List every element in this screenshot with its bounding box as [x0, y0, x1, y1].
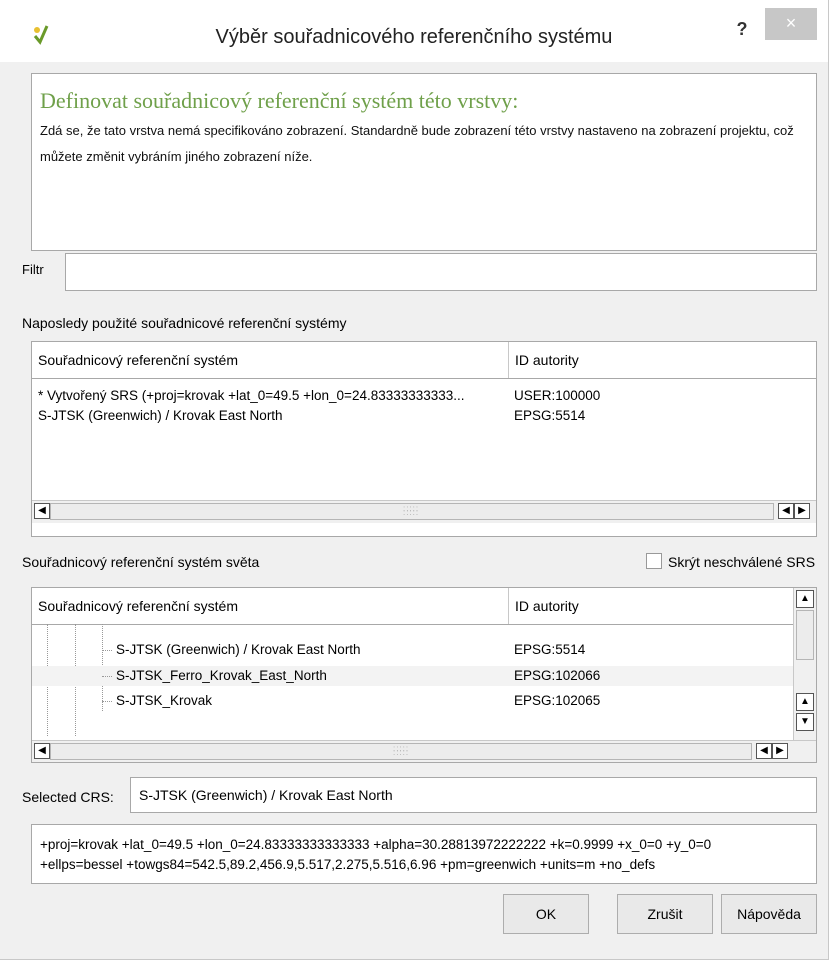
authority-id: EPSG:5514: [514, 408, 586, 423]
scroll-up-icon[interactable]: ▲: [796, 693, 814, 711]
table-row[interactable]: S-JTSK (Greenwich) / Krovak East North E…: [32, 406, 816, 426]
column-header-crs[interactable]: Souřadnicový referenční systém: [32, 342, 508, 378]
table-row[interactable]: * Vytvořený SRS (+proj=krovak +lat_0=49.…: [32, 386, 816, 406]
authority-id: EPSG:102065: [514, 693, 601, 708]
recent-crs-table: Souřadnicový referenční systém ID autori…: [31, 341, 817, 537]
world-horizontal-scrollbar[interactable]: ◀ :::::::::: ◀ ▶: [32, 740, 816, 762]
cancel-button[interactable]: Zrušit: [617, 894, 713, 934]
world-vertical-scrollbar[interactable]: ▲ ▲ ▼: [793, 588, 816, 740]
close-button[interactable]: ×: [765, 8, 817, 40]
scrollbar-thumb[interactable]: [796, 610, 814, 660]
recent-horizontal-scrollbar[interactable]: ◀ :::::::::: ◀ ▶: [32, 500, 816, 523]
scroll-left-icon[interactable]: ◀: [34, 503, 50, 519]
scroll-left-icon[interactable]: ◀: [778, 503, 794, 519]
grip-icon: ::::::::::: [393, 744, 410, 757]
selected-crs-label: Selected CRS:: [22, 789, 114, 805]
scroll-down-icon[interactable]: ▼: [796, 713, 814, 731]
info-title: Definovat souřadnicový referenční systém…: [40, 88, 519, 113]
grip-icon: ::::::::::: [403, 504, 420, 517]
recent-table-header: Souřadnicový referenční systém ID autori…: [32, 342, 816, 379]
authority-id: EPSG:5514: [514, 642, 586, 657]
ok-button[interactable]: OK: [503, 894, 589, 934]
selected-crs-field[interactable]: S-JTSK (Greenwich) / Krovak East North: [130, 777, 817, 813]
table-row[interactable]: S-JTSK (Greenwich) / Krovak East North E…: [32, 640, 794, 660]
scroll-right-icon[interactable]: ▶: [794, 503, 810, 519]
world-crs-table: Souřadnicový referenční systém ID autori…: [31, 587, 817, 763]
recent-crs-label: Naposledy použité souřadnicové referenčn…: [22, 315, 347, 331]
window-title: Výběr souřadnicového referenčního systém…: [215, 26, 613, 48]
help-button[interactable]: Nápověda: [721, 894, 817, 934]
filter-input[interactable]: [65, 253, 817, 291]
help-icon[interactable]: ?: [722, 16, 762, 42]
authority-id: USER:100000: [514, 388, 601, 403]
scroll-left-icon[interactable]: ◀: [756, 743, 772, 759]
scroll-up-icon[interactable]: ▲: [796, 590, 814, 608]
column-header-authority-id[interactable]: ID autority: [509, 588, 794, 624]
crs-name: S-JTSK (Greenwich) / Krovak East North: [38, 408, 283, 423]
world-crs-label: Souřadnicový referenční systém světa: [22, 554, 260, 570]
info-panel: Definovat souřadnicový referenční systém…: [31, 73, 817, 251]
info-body: Zdá se, že tato vrstva nemá specifikován…: [40, 123, 794, 164]
column-header-authority-id[interactable]: ID autority: [509, 342, 809, 378]
table-row[interactable]: S-JTSK_Krovak EPSG:102065: [32, 691, 794, 711]
crs-name: S-JTSK_Ferro_Krovak_East_North: [116, 668, 327, 683]
hide-deprecated-checkbox[interactable]: [646, 553, 662, 569]
scroll-left-icon[interactable]: ◀: [34, 743, 50, 759]
crs-name: S-JTSK (Greenwich) / Krovak East North: [116, 642, 361, 657]
hide-deprecated-toggle[interactable]: Skrýt neschválené SRS: [646, 553, 815, 570]
filter-label: Filtr: [22, 262, 44, 277]
proj-line-2: +ellps=bessel +towgs84=542.5,89.2,456.9,…: [40, 857, 656, 872]
proj-definition[interactable]: +proj=krovak +lat_0=49.5 +lon_0=24.83333…: [31, 824, 817, 884]
scroll-right-icon[interactable]: ▶: [772, 743, 788, 759]
column-header-crs[interactable]: Souřadnicový referenční systém: [32, 588, 508, 624]
crs-name: S-JTSK_Krovak: [116, 693, 213, 708]
proj-line-1: +proj=krovak +lat_0=49.5 +lon_0=24.83333…: [40, 837, 712, 852]
title-bar[interactable]: Výběr souřadnicového referenčního systém…: [0, 0, 828, 62]
world-table-header: Souřadnicový referenční systém ID autori…: [32, 588, 794, 625]
crs-selector-dialog: Výběr souřadnicového referenčního systém…: [0, 0, 829, 960]
scrollbar-thumb[interactable]: ::::::::::: [50, 743, 752, 760]
authority-id: EPSG:102066: [514, 668, 601, 683]
crs-name: * Vytvořený SRS (+proj=krovak +lat_0=49.…: [38, 388, 465, 403]
hide-deprecated-label: Skrýt neschválené SRS: [668, 554, 816, 570]
scrollbar-thumb[interactable]: ::::::::::: [50, 503, 774, 520]
table-row[interactable]: S-JTSK_Ferro_Krovak_East_North EPSG:1020…: [32, 666, 794, 686]
